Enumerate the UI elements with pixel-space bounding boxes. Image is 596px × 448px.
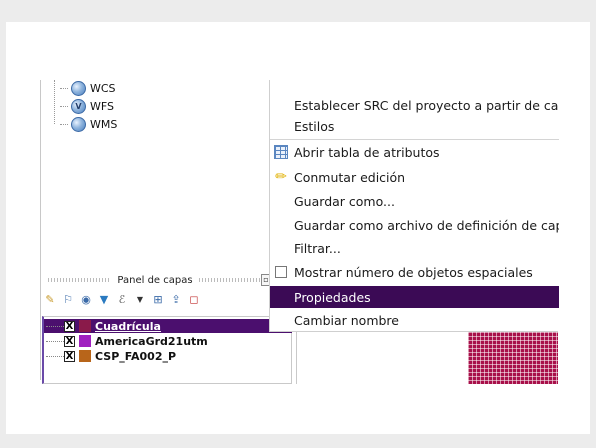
wfs-globe-icon: V bbox=[71, 98, 86, 114]
tree-item-label: WMS bbox=[90, 117, 118, 131]
tree-item-label: WCS bbox=[90, 81, 116, 95]
layer-color-swatch bbox=[79, 320, 91, 332]
layers-panel-header[interactable]: Panel de capas bbox=[42, 271, 268, 289]
layer-visibility-checkbox[interactable]: X bbox=[64, 335, 75, 347]
wcs-globe-icon bbox=[71, 80, 86, 96]
tree-item-wfs[interactable]: V WFS bbox=[60, 97, 114, 115]
menu-item-open-attribute-table[interactable]: Abrir tabla de atributos bbox=[270, 141, 559, 163]
collapse-all-icon[interactable]: ⇪ bbox=[170, 294, 182, 306]
style-brush-icon[interactable]: ✎ bbox=[44, 294, 56, 306]
layer-visibility-checkbox[interactable]: X bbox=[64, 320, 75, 332]
menu-item-filter[interactable]: Filtrar... bbox=[270, 237, 559, 259]
layer-row-csp-fa002-p[interactable]: X CSP_FA002_P bbox=[44, 349, 292, 363]
menu-item-set-project-crs[interactable]: Establecer SRC del proyecto a partir de … bbox=[270, 94, 559, 116]
layer-color-swatch bbox=[79, 350, 91, 362]
layer-row-cuadricula[interactable]: X Cuadrícula bbox=[44, 319, 292, 333]
menu-item-toggle-editing[interactable]: ✏ Conmutar edición bbox=[270, 166, 559, 188]
add-group-icon[interactable]: ⚐ bbox=[62, 294, 74, 306]
tree-connector bbox=[54, 80, 55, 124]
menu-item-save-as-layer-definition[interactable]: Guardar como archivo de definición de ca… bbox=[270, 214, 559, 236]
tree-item-wcs[interactable]: WCS bbox=[60, 79, 116, 97]
dropdown-arrow-icon[interactable]: ▼ bbox=[134, 294, 146, 306]
map-grid-layer[interactable] bbox=[468, 332, 558, 384]
checkbox-icon[interactable] bbox=[275, 266, 287, 278]
tree-item-wms[interactable]: WMS bbox=[60, 115, 117, 133]
layer-color-swatch bbox=[79, 335, 91, 347]
layer-name: AmericaGrd21utm bbox=[95, 334, 208, 348]
menu-item-show-feature-count[interactable]: Mostrar número de objetos espaciales bbox=[270, 261, 559, 283]
pencil-icon: ✏ bbox=[275, 169, 287, 185]
filter-icon[interactable]: ▼ bbox=[98, 294, 110, 306]
wms-globe-icon bbox=[71, 116, 86, 132]
layer-context-menu: Establecer SRC del proyecto a partir de … bbox=[269, 80, 559, 332]
layer-row-americagrd21utm[interactable]: X AmericaGrd21utm bbox=[44, 334, 292, 348]
remove-layer-icon[interactable]: ◻ bbox=[188, 294, 200, 306]
layer-name: Cuadrícula bbox=[95, 319, 161, 333]
layer-tree: X Cuadrícula X AmericaGrd21utm X CSP_FA0… bbox=[42, 316, 292, 384]
expand-all-icon[interactable]: ⊞ bbox=[152, 294, 164, 306]
menu-item-properties[interactable]: Propiedades bbox=[270, 286, 559, 308]
layer-visibility-checkbox[interactable]: X bbox=[64, 350, 75, 362]
menu-item-save-as[interactable]: Guardar como... bbox=[270, 190, 559, 212]
menu-separator bbox=[270, 139, 559, 140]
filter-expression-icon[interactable]: ℰ bbox=[116, 294, 128, 306]
layers-panel-title: Panel de capas bbox=[117, 274, 193, 286]
tree-item-label: WFS bbox=[90, 99, 114, 113]
manage-map-themes-icon[interactable]: ◉ bbox=[80, 294, 92, 306]
panel-divider bbox=[40, 80, 41, 380]
table-icon bbox=[274, 145, 288, 159]
menu-item-rename[interactable]: Cambiar nombre bbox=[270, 309, 559, 331]
menu-item-styles[interactable]: Estilos bbox=[270, 115, 559, 137]
layers-toolbar: ✎ ⚐ ◉ ▼ ℰ ▼ ⊞ ⇪ ◻ bbox=[44, 292, 200, 308]
layer-name: CSP_FA002_P bbox=[95, 349, 177, 363]
